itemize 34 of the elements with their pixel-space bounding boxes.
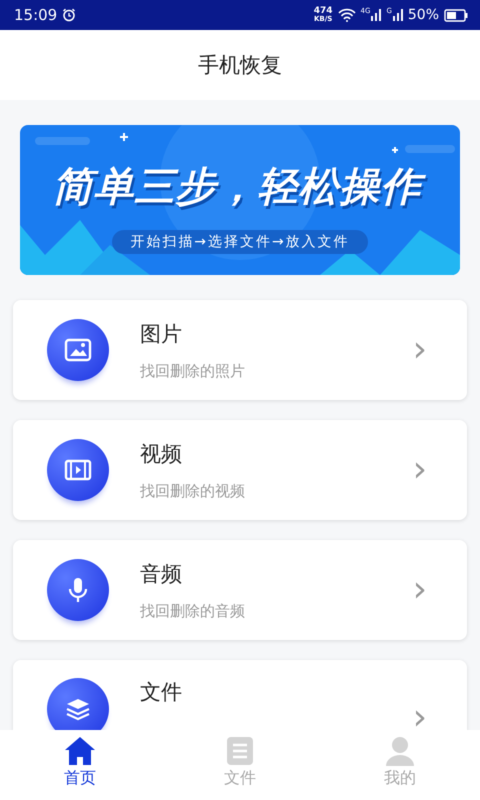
chevron-icon: › [412, 572, 427, 608]
signal-icon [392, 9, 403, 21]
category-icon [47, 439, 109, 501]
chevron-icon: › [412, 452, 427, 488]
card-subtitle: 找回删除的音频 [140, 602, 246, 620]
clock-time: 15:09 [14, 6, 58, 24]
category-icon [47, 319, 109, 381]
signal-icon [371, 9, 382, 21]
recovery-card[interactable]: 音频 找回删除的音频 › [13, 540, 467, 640]
card-title: 音频 [140, 560, 183, 588]
recovery-card[interactable]: 文件 › [13, 660, 467, 732]
user-icon [385, 736, 415, 766]
home-icon [64, 736, 96, 766]
document-icon [226, 736, 254, 766]
card-title: 文件 [140, 679, 183, 706]
page-title: 手机恢复 [198, 52, 282, 79]
banner-headline: 简单三步，轻松操作 [48, 159, 432, 218]
card-title: 图片 [140, 320, 183, 348]
alarm-icon [62, 8, 76, 22]
battery-icon [444, 8, 468, 22]
recovery-card[interactable]: 视频 找回删除的视频 › [13, 420, 467, 520]
speed-value: 474 [314, 7, 333, 16]
nav-tab[interactable]: 首页 [0, 730, 160, 800]
category-icon [47, 559, 109, 621]
card-subtitle: 找回删除的视频 [140, 482, 246, 500]
chevron-icon: › [412, 700, 427, 732]
wifi-icon [338, 8, 356, 22]
recovery-card[interactable]: 图片 找回删除的照片 › [13, 300, 467, 400]
promo-banner[interactable]: 简单三步，轻松操作 开始扫描→选择文件→放入文件 [20, 125, 460, 275]
card-title: 视频 [140, 440, 183, 468]
banner-steps: 开始扫描→选择文件→放入文件 [112, 230, 368, 254]
card-subtitle: 找回删除的照片 [140, 362, 246, 380]
chevron-icon: › [412, 332, 427, 368]
battery-percent: 50% [408, 7, 439, 23]
